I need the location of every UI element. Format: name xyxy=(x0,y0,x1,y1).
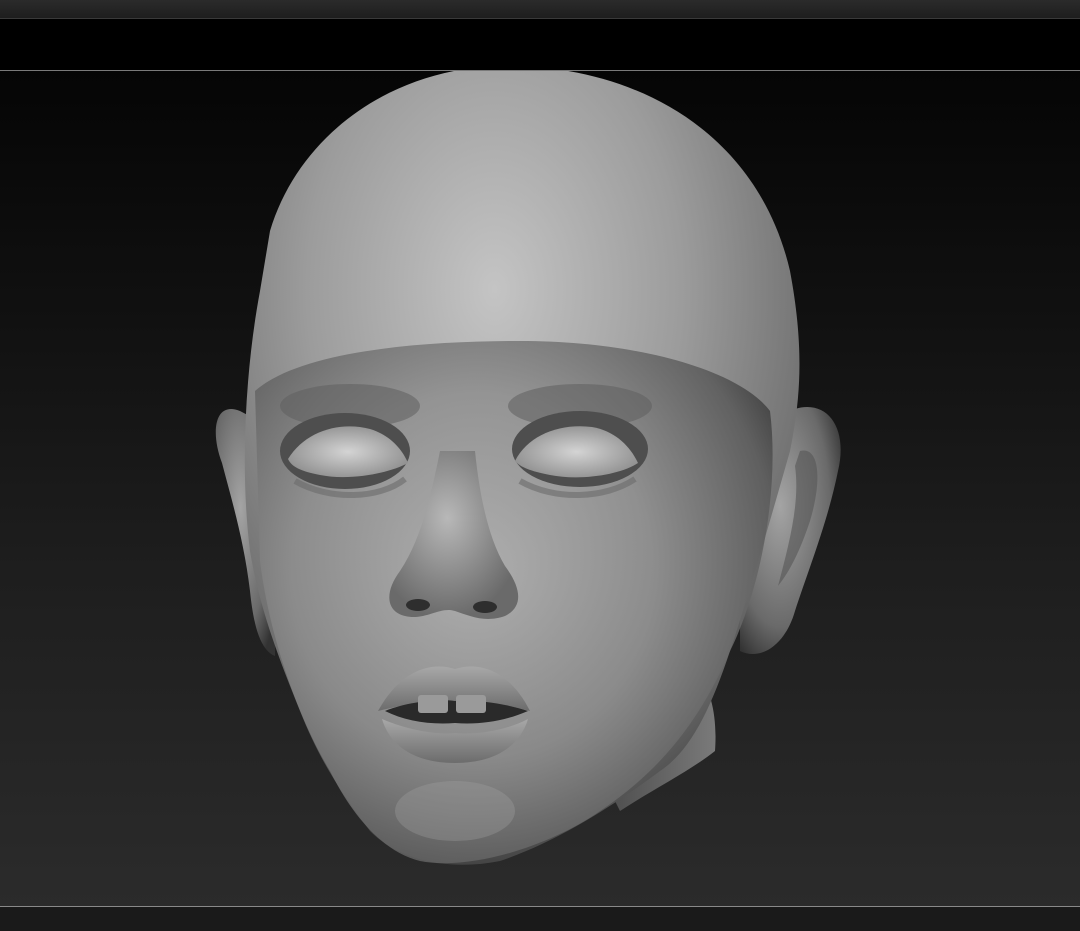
front-tooth-right xyxy=(456,695,486,713)
toolbar-strip[interactable] xyxy=(0,19,1080,69)
front-tooth-left xyxy=(418,695,448,713)
left-nostril xyxy=(406,599,430,611)
chin-highlight xyxy=(395,781,515,841)
right-nostril xyxy=(473,601,497,613)
sculpt-head-model[interactable] xyxy=(0,71,1080,907)
bottom-status-bar[interactable] xyxy=(0,906,1080,931)
sculpting-app-window xyxy=(0,0,1080,931)
3d-viewport[interactable] xyxy=(0,70,1080,907)
top-menu-bar[interactable] xyxy=(0,0,1080,19)
